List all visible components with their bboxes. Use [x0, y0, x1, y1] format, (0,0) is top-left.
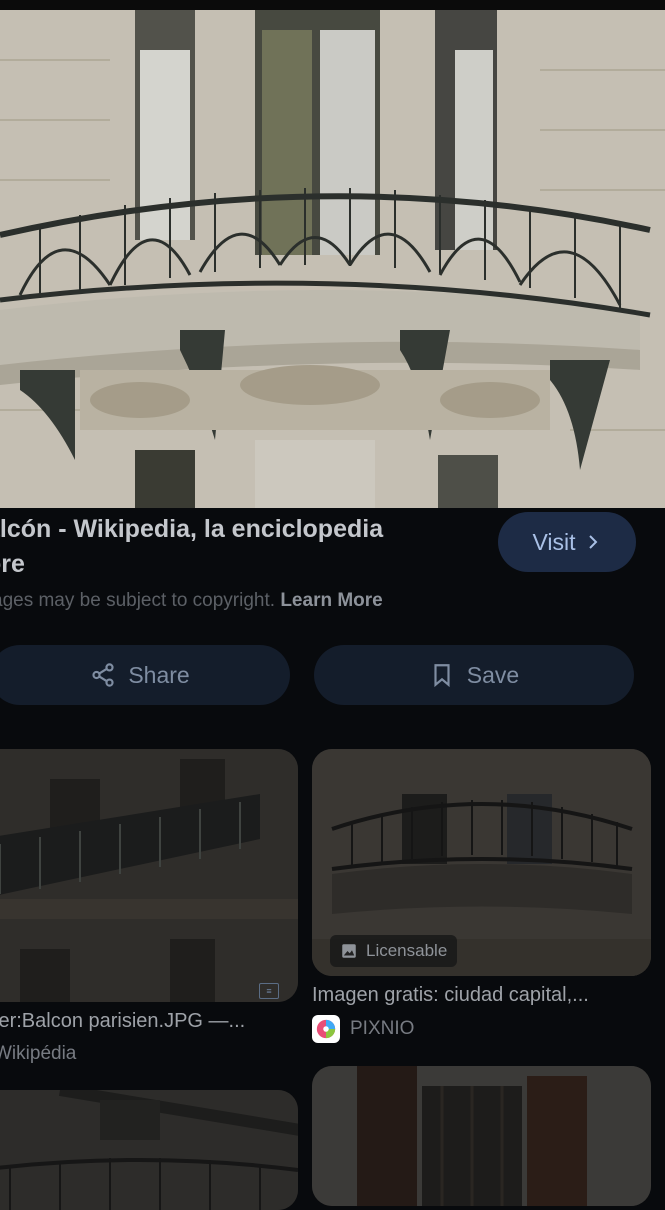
related-title-2[interactable]: Imagen gratis: ciudad capital,...: [312, 984, 589, 1007]
visit-label: Visit: [532, 528, 576, 555]
result-title-line-2: ore: [0, 550, 25, 578]
copyright-notice: ages may be subject to copyright. Learn …: [0, 590, 383, 612]
chevron-right-icon: [588, 535, 597, 549]
related-image-4[interactable]: [312, 1066, 651, 1206]
related-source-label-1: Wikipédia: [0, 1043, 77, 1064]
related-source-label-2: PIXNIO: [350, 1018, 415, 1039]
related-title-1[interactable]: ier:Balcon parisien.JPG —...: [0, 1010, 245, 1033]
visit-button[interactable]: Visit: [498, 512, 636, 572]
copyright-text: ages may be subject to copyright.: [0, 590, 276, 611]
save-button[interactable]: Save: [314, 645, 634, 705]
share-label: Share: [128, 661, 190, 688]
status-bar: [0, 0, 665, 10]
preview-image[interactable]: [0, 10, 665, 508]
related-image-3[interactable]: [0, 1090, 298, 1210]
share-button[interactable]: Share: [0, 645, 290, 705]
licensable-badge: Licensable: [330, 935, 458, 967]
result-title-line-1: alcón - Wikipedia, la enciclopedia: [0, 515, 384, 543]
small-badge-icon: ≡: [259, 983, 279, 999]
learn-more-link[interactable]: Learn More: [280, 590, 382, 611]
pixnio-logo-icon: [312, 1015, 340, 1043]
bookmark-icon: [434, 664, 450, 688]
licensable-label: Licensable: [366, 941, 448, 960]
image-icon: [342, 944, 356, 958]
share-icon: [92, 663, 114, 687]
related-source-1: Wikipédia: [0, 1043, 76, 1065]
result-title[interactable]: alcón - Wikipedia, la enciclopedia ore: [0, 512, 486, 582]
related-source-2: PIXNIO: [312, 1015, 414, 1043]
save-label: Save: [466, 661, 520, 688]
related-image-1[interactable]: [0, 749, 298, 1002]
